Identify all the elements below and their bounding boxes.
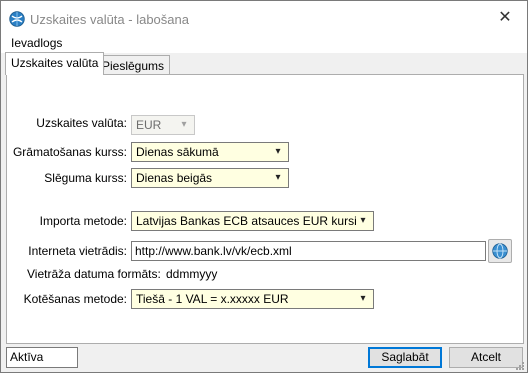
date-format-label: Vietrāža datuma formāts: — [27, 267, 161, 281]
website-input[interactable]: http://www.bank.lv/vk/ecb.xml — [131, 241, 486, 261]
import-method-label: Importa metode: — [39, 214, 127, 228]
save-button[interactable]: Saglabāt — [368, 347, 442, 368]
window-title: Uzskaites valūta - labošana — [30, 12, 189, 27]
tab-pieslegums[interactable]: Pieslēgums — [96, 55, 171, 76]
cancel-button[interactable]: Atcelt — [449, 347, 523, 368]
booking-rate-value: Dienas sākumā — [136, 145, 219, 159]
import-method-select[interactable]: Latvijas Bankas ECB atsauces EUR kursi ▾ — [131, 211, 374, 231]
close-button[interactable]: ✕ — [483, 1, 527, 35]
tab-panel: Uzskaites valūta: EUR ▾ Grāmatošanas kur… — [6, 74, 524, 344]
booking-rate-label: Grāmatošanas kurss: — [12, 145, 127, 159]
dialog-window: Uzskaites valūta - labošana ✕ Ievadlogs … — [0, 0, 528, 373]
quote-method-select[interactable]: Tiešā - 1 VAL = x.xxxxx EUR ▾ — [131, 289, 374, 309]
closing-rate-label: Slēguma kurss: — [44, 171, 127, 185]
closing-rate-select[interactable]: Dienas beigās ▾ — [131, 168, 289, 188]
chevron-down-icon: ▾ — [275, 172, 281, 183]
title-bar[interactable]: Uzskaites valūta - labošana ✕ — [1, 1, 527, 35]
import-method-value: Latvijas Bankas ECB atsauces EUR kursi — [136, 214, 357, 228]
resize-grip-icon[interactable] — [515, 360, 525, 370]
app-globe-icon — [9, 11, 25, 27]
currency-label: Uzskaites valūta: — [36, 116, 127, 130]
website-value: http://www.bank.lv/vk/ecb.xml — [135, 244, 292, 258]
menu-bar: Ievadlogs — [1, 35, 527, 53]
status-field[interactable]: Aktīva — [6, 347, 78, 368]
chevron-down-icon: ▾ — [360, 293, 366, 304]
menu-item-ievadlogs[interactable]: Ievadlogs — [11, 36, 62, 50]
chevron-down-icon: ▾ — [360, 215, 366, 226]
booking-rate-select[interactable]: Dienas sākumā ▾ — [131, 142, 289, 162]
open-url-button[interactable] — [488, 239, 512, 263]
quote-method-value: Tiešā - 1 VAL = x.xxxxx EUR — [136, 292, 289, 306]
chevron-down-icon: ▾ — [181, 119, 187, 130]
date-format-value: ddmmyyy — [166, 267, 218, 281]
quote-method-label: Kotēšanas metode: — [23, 292, 127, 306]
website-label: Interneta vietrādis: — [28, 244, 127, 258]
currency-select[interactable]: EUR ▾ — [131, 115, 195, 135]
tab-strip: Uzskaites valūta Pieslēgums — [1, 52, 527, 76]
currency-value: EUR — [136, 118, 162, 132]
globe-icon — [492, 243, 508, 262]
bottom-bar: Aktīva Saglabāt Atcelt — [1, 345, 527, 372]
closing-rate-value: Dienas beigās — [136, 171, 213, 185]
chevron-down-icon: ▾ — [275, 146, 281, 157]
tab-uzskaites-valuta[interactable]: Uzskaites valūta — [5, 52, 105, 75]
